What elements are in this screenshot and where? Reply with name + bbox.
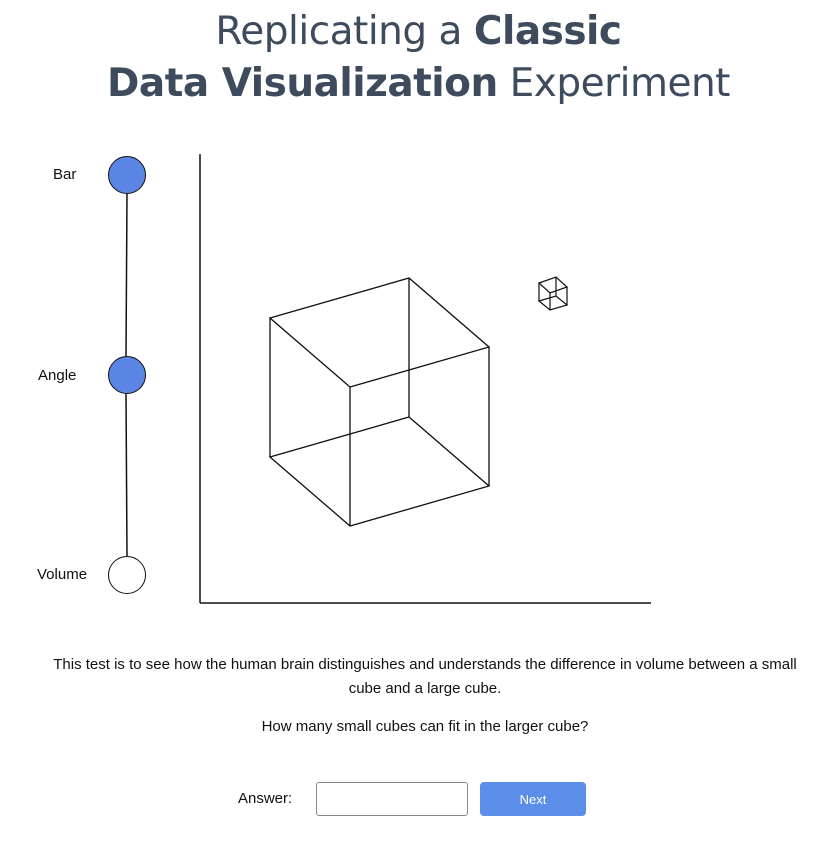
next-button[interactable]: Next [480, 782, 586, 816]
large-cube [268, 277, 491, 527]
small-cube [537, 276, 569, 311]
test-question: How many small cubes can fit in the larg… [261, 718, 589, 735]
answer-label: Answer: [238, 790, 293, 807]
answer-input[interactable] [316, 782, 468, 816]
test-description: This test is to see how the human brain … [53, 656, 797, 697]
chart-axes [199, 154, 651, 604]
